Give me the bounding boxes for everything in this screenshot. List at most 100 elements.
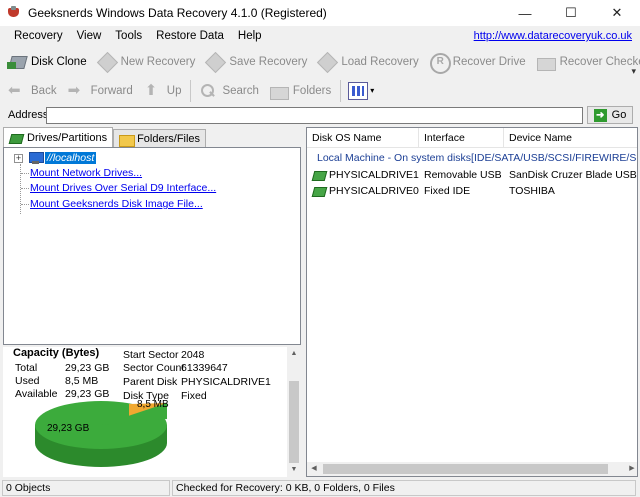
menu-recovery[interactable]: Recovery: [7, 30, 70, 42]
disk-name: PHYSICALDRIVE1: [329, 168, 419, 181]
forward-button[interactable]: Forward: [63, 79, 137, 103]
tab-drives-partitions[interactable]: Drives/Partitions: [3, 127, 114, 147]
sector-count-value: 61339647: [181, 362, 228, 374]
scroll-up-icon[interactable]: ▲: [287, 347, 301, 361]
load-recovery-button[interactable]: Load Recovery: [313, 50, 422, 74]
toolbar-separator: [190, 79, 192, 102]
table-row[interactable]: PHYSICALDRIVE0 Fixed IDE TOSHIBA: [307, 183, 637, 199]
minimize-button[interactable]: —: [502, 0, 548, 26]
disk-device: TOSHIBA: [509, 185, 555, 197]
folders-button[interactable]: Folders: [265, 79, 335, 103]
load-recovery-icon: [317, 53, 337, 71]
mount-serial-link[interactable]: Mount Drives Over Serial D9 Interface...: [30, 182, 216, 194]
folder-icon: [119, 133, 136, 147]
scroll-right-icon[interactable]: ▶: [625, 462, 637, 476]
tree-root-label: //localhost: [45, 152, 97, 164]
pie-used-label: 8,5 MB: [137, 399, 169, 410]
folders-label: Folders: [292, 84, 332, 97]
save-recovery-label: Save Recovery: [229, 55, 308, 68]
used-value: 8,5 MB: [65, 375, 99, 387]
new-recovery-label: New Recovery: [120, 55, 196, 68]
tree-connector: [21, 188, 29, 189]
view-mode-button[interactable]: ▾: [344, 79, 378, 103]
column-interface[interactable]: Interface: [419, 128, 504, 148]
scroll-thumb[interactable]: [289, 381, 299, 463]
tab-folders-label: Folders/Files: [137, 132, 201, 145]
tree-item-mount-serial[interactable]: Mount Drives Over Serial D9 Interface...: [30, 181, 216, 195]
column-device-name[interactable]: Device Name: [504, 128, 637, 148]
drive-tree[interactable]: + //localhost Mount Network Drives... Mo…: [3, 147, 301, 345]
new-recovery-button[interactable]: New Recovery: [93, 50, 200, 74]
computer-icon: [27, 151, 44, 165]
start-sector-value: 2048: [181, 349, 205, 361]
back-button[interactable]: Back: [3, 79, 61, 103]
website-link[interactable]: http://www.datarecoveryuk.co.uk: [474, 30, 632, 42]
close-button[interactable]: ✕: [594, 0, 640, 26]
hard-drive-icon: [312, 185, 326, 197]
disk-clone-icon: [7, 53, 27, 71]
maximize-button[interactable]: ☐: [548, 0, 594, 26]
forward-arrow-icon: [67, 81, 87, 100]
sector-count-label: Sector Count: [123, 362, 185, 374]
menu-restore-data[interactable]: Restore Data: [149, 30, 231, 42]
scroll-left-icon[interactable]: ◀: [307, 462, 321, 476]
tree-root-localhost[interactable]: + //localhost: [14, 151, 97, 165]
tab-folders-files[interactable]: Folders/Files: [113, 129, 207, 147]
up-arrow-icon: [143, 81, 163, 100]
disk-clone-button[interactable]: Disk Clone: [3, 50, 91, 74]
new-recovery-icon: [97, 53, 117, 71]
total-label: Total: [15, 362, 38, 374]
folders-icon: [269, 82, 289, 100]
disk-list-header: Disk OS Name Interface Device Name: [307, 128, 637, 148]
up-button[interactable]: Up: [139, 79, 186, 103]
search-button[interactable]: Search: [194, 79, 262, 103]
disk-list-pane: Disk OS Name Interface Device Name Local…: [306, 127, 638, 477]
view-grid-icon: [348, 81, 369, 100]
recover-drive-button[interactable]: Recover Drive: [425, 50, 530, 74]
up-label: Up: [166, 84, 182, 97]
mount-network-link[interactable]: Mount Network Drives...: [30, 167, 142, 179]
table-row[interactable]: PHYSICALDRIVE1 Removable USB SanDisk Cru…: [307, 167, 637, 183]
tree-connector: [21, 204, 29, 205]
disk-interface: Removable USB: [424, 169, 502, 181]
scroll-down-icon[interactable]: ▼: [287, 463, 301, 477]
tree-connector: [21, 173, 29, 174]
hscroll-thumb[interactable]: [323, 464, 608, 474]
group-local-machine: Local Machine - On system disks[IDE/SATA…: [317, 152, 638, 164]
properties-scrollbar[interactable]: ▲ ▼: [287, 347, 301, 477]
start-sector-label: Start Sector: [123, 349, 179, 361]
expand-icon[interactable]: +: [14, 153, 23, 163]
mount-image-link[interactable]: Mount Geeksnerds Disk Image File...: [30, 198, 203, 210]
address-input[interactable]: [46, 106, 583, 124]
go-label: Go: [611, 109, 627, 121]
recover-checked-button[interactable]: Recover Checked: [532, 50, 640, 74]
app-icon: [6, 5, 22, 21]
drive-properties: Capacity (Bytes) Total 29,23 GB Used 8,5…: [3, 347, 301, 477]
menu-view[interactable]: View: [70, 30, 109, 42]
status-bar: 0 Objects Checked for Recovery: 0 KB, 0 …: [0, 479, 640, 497]
drive-icon: [9, 132, 23, 144]
menu-help[interactable]: Help: [231, 30, 269, 42]
search-icon: [198, 82, 218, 100]
recover-drive-label: Recover Drive: [452, 55, 526, 68]
parent-disk-value: PHYSICALDRIVE1: [181, 376, 271, 388]
tree-connector: [20, 164, 21, 214]
column-disk-os-name[interactable]: Disk OS Name: [307, 128, 419, 148]
used-label: Used: [15, 375, 40, 387]
go-button[interactable]: ➜ Go: [587, 106, 633, 124]
address-bar: Address ➜ Go: [0, 105, 640, 125]
load-recovery-label: Load Recovery: [341, 55, 419, 68]
tree-item-mount-image[interactable]: Mount Geeksnerds Disk Image File...: [30, 197, 203, 211]
disk-list-hscrollbar[interactable]: ◀ ▶: [307, 462, 637, 476]
save-recovery-button[interactable]: Save Recovery: [201, 50, 311, 74]
view-dropdown-arrow-icon: ▾: [370, 86, 375, 95]
capacity-title: Capacity (Bytes): [13, 347, 100, 359]
left-tabs: Drives/Partitions Folders/Files: [3, 127, 207, 147]
pie-available-label: 29,23 GB: [47, 423, 90, 434]
recover-checked-icon: [536, 53, 556, 71]
menu-tools[interactable]: Tools: [108, 30, 149, 42]
main-toolbar: Disk Clone New Recovery Save Recovery Lo…: [0, 47, 640, 76]
tree-item-mount-network[interactable]: Mount Network Drives...: [30, 166, 142, 180]
disk-name: PHYSICALDRIVE0: [329, 184, 419, 197]
address-label: Address: [8, 109, 49, 121]
